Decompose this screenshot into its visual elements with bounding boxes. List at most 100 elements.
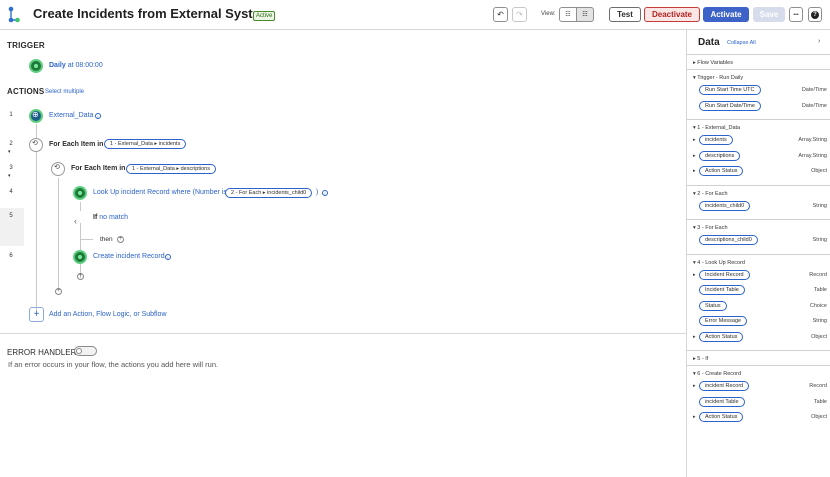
data-group-header[interactable]: ▾ 4 - Look Up Record	[693, 260, 745, 266]
step-6-label[interactable]: Create incident Record	[93, 253, 165, 260]
data-pill[interactable]: incidents_child0	[699, 200, 751, 211]
step-number: 4	[9, 189, 13, 195]
data-pill[interactable]: Error Message	[699, 316, 748, 326]
trigger-icon	[29, 59, 43, 73]
flow-title: Create Incidents from External System	[33, 6, 272, 21]
then-label: then	[100, 236, 113, 243]
data-group-header[interactable]: ▾ 2 - For Each	[693, 191, 728, 197]
data-pill[interactable]: incident Record	[699, 381, 750, 391]
error-handler-toggle[interactable]	[74, 346, 97, 356]
step-2-label[interactable]: For Each Item in	[49, 141, 103, 148]
data-pill[interactable]: incident Table	[699, 396, 745, 407]
redo-button[interactable]: ↷	[512, 7, 527, 22]
test-button[interactable]: Test	[609, 7, 641, 22]
data-pill[interactable]: incidents	[699, 135, 733, 145]
trigger-time: at 08:00:00	[67, 62, 103, 69]
select-multiple-link[interactable]: Select multiple	[45, 89, 84, 95]
data-group-header[interactable]: ▸ 5 - If	[693, 356, 708, 362]
loop-connector	[58, 178, 59, 288]
data-group: ▸ Flow Variables	[687, 54, 830, 69]
data-pill[interactable]: Action Status	[699, 412, 744, 422]
then-connector	[81, 239, 93, 240]
data-type-label: String	[812, 237, 827, 243]
view-compact-toggle[interactable]: ☷	[576, 7, 594, 22]
chevron-right-icon[interactable]: ›	[818, 38, 820, 45]
collapse-caret-icon[interactable]: ▾	[8, 149, 11, 155]
data-type-label: Date/Time	[801, 87, 827, 93]
globe-icon: ⊕	[29, 109, 43, 123]
data-pill[interactable]: Action Status	[699, 331, 744, 342]
add-then-icon[interactable]: +	[117, 236, 124, 243]
collapse-all-link[interactable]: Collapse All	[727, 40, 756, 46]
expand-caret-icon[interactable]: ▸	[693, 168, 696, 174]
record-lookup-icon	[73, 186, 87, 200]
error-handler-description: If an error occurs in your flow, the act…	[8, 360, 219, 369]
help-button[interactable]: ?	[808, 7, 822, 22]
data-type-label: Choice	[809, 302, 827, 309]
flow-designer-header: Create Incidents from External System Ac…	[0, 0, 830, 30]
data-group: ▸ 5 - If	[687, 350, 830, 365]
step-number: 2	[9, 141, 13, 147]
data-pill[interactable]: Incident Record	[699, 269, 750, 280]
data-pill[interactable]: Run Start Date/Time	[699, 100, 761, 111]
trigger-section-label: TRIGGER	[7, 41, 45, 50]
data-group-header[interactable]: ▾ Trigger - Run Daily	[693, 75, 743, 81]
step-4-label[interactable]: Look Up incident Record where (Number is	[93, 189, 227, 196]
deactivate-button[interactable]: Deactivate	[644, 7, 700, 22]
collapse-caret-icon[interactable]: ▾	[8, 173, 11, 179]
add-inner-step-icon[interactable]: +	[77, 273, 84, 280]
data-pill[interactable]: Action Status	[699, 166, 744, 176]
expand-caret-icon[interactable]: ▸	[693, 272, 696, 278]
info-icon[interactable]: i	[95, 113, 101, 119]
save-button[interactable]: Save	[753, 7, 785, 22]
if-icon: ‹	[74, 211, 86, 226]
add-action-button[interactable]: +	[29, 307, 44, 322]
actions-section-label: ACTIONS	[7, 87, 45, 96]
more-options-button[interactable]: •••	[789, 7, 803, 22]
trigger-name[interactable]: Daily	[49, 62, 66, 69]
add-loop-step-icon[interactable]: +	[55, 288, 62, 295]
redo-icon: ↷	[516, 10, 523, 19]
data-type-label: Array.String	[798, 137, 827, 143]
view-label: View:	[541, 11, 556, 17]
expand-caret-icon[interactable]: ▸	[693, 383, 696, 389]
activate-button[interactable]: Activate	[703, 7, 749, 22]
data-type-label: Object	[811, 333, 827, 340]
view-list-toggle[interactable]: ☷	[559, 7, 577, 22]
data-type-label: Record	[809, 271, 827, 278]
step-3-data-pill[interactable]: 1 - External_Data ▸ descriptions	[126, 164, 216, 174]
help-icon: ?	[811, 10, 819, 19]
error-handler-label: ERROR HANDLER	[7, 348, 77, 357]
data-pill[interactable]: descriptions	[699, 150, 741, 161]
info-icon[interactable]: i	[322, 190, 328, 196]
data-group-header[interactable]: ▸ Flow Variables	[693, 60, 733, 66]
step-5-row[interactable]: If no match	[93, 214, 128, 221]
data-group-header[interactable]: ▾ 1 - External_Data	[693, 125, 740, 131]
data-pill[interactable]: Run Start Time UTC	[699, 85, 761, 95]
status-badge: Active	[253, 11, 276, 21]
expand-caret-icon[interactable]: ▸	[693, 414, 696, 420]
expand-caret-icon[interactable]: ▸	[693, 153, 696, 159]
step-4-data-pill[interactable]: 2 - For Each ▸ incidents_child0	[225, 188, 313, 198]
data-type-label: Array.String	[798, 152, 827, 159]
expand-caret-icon[interactable]: ▸	[693, 137, 696, 143]
undo-button[interactable]: ↶	[493, 7, 508, 22]
data-pill[interactable]: Status	[699, 300, 727, 311]
step-2-data-pill[interactable]: 1 - External_Data ▸ incidents	[104, 139, 187, 149]
data-pill[interactable]: Incident Table	[699, 285, 745, 295]
step-1-label[interactable]: External_Data	[49, 112, 93, 119]
data-group: ▾ 4 - Look Up Record ▸ Incident Record Reco…	[687, 253, 830, 351]
data-pill[interactable]: descriptions_child0	[699, 235, 758, 245]
data-panel: Data Collapse All › ▸ Flow Variables ▾ Tr…	[686, 30, 830, 477]
data-type-label: Object	[811, 168, 827, 174]
data-group-header[interactable]: ▾ 6 - Create Record	[693, 371, 741, 377]
trigger-row[interactable]: Daily at 08:00:00	[49, 62, 103, 69]
add-action-link[interactable]: Add an Action, Flow Logic, or Subflow	[49, 311, 167, 318]
data-group-header[interactable]: ▾ 3 - For Each	[693, 225, 728, 231]
if-condition-link[interactable]: no match	[99, 214, 128, 221]
step-3-label[interactable]: For Each Item in	[71, 165, 125, 172]
data-panel-title: Data	[698, 37, 720, 48]
expand-caret-icon[interactable]: ▸	[693, 334, 696, 340]
list-view-icon: ☷	[565, 12, 571, 18]
info-icon[interactable]: i	[165, 254, 171, 260]
